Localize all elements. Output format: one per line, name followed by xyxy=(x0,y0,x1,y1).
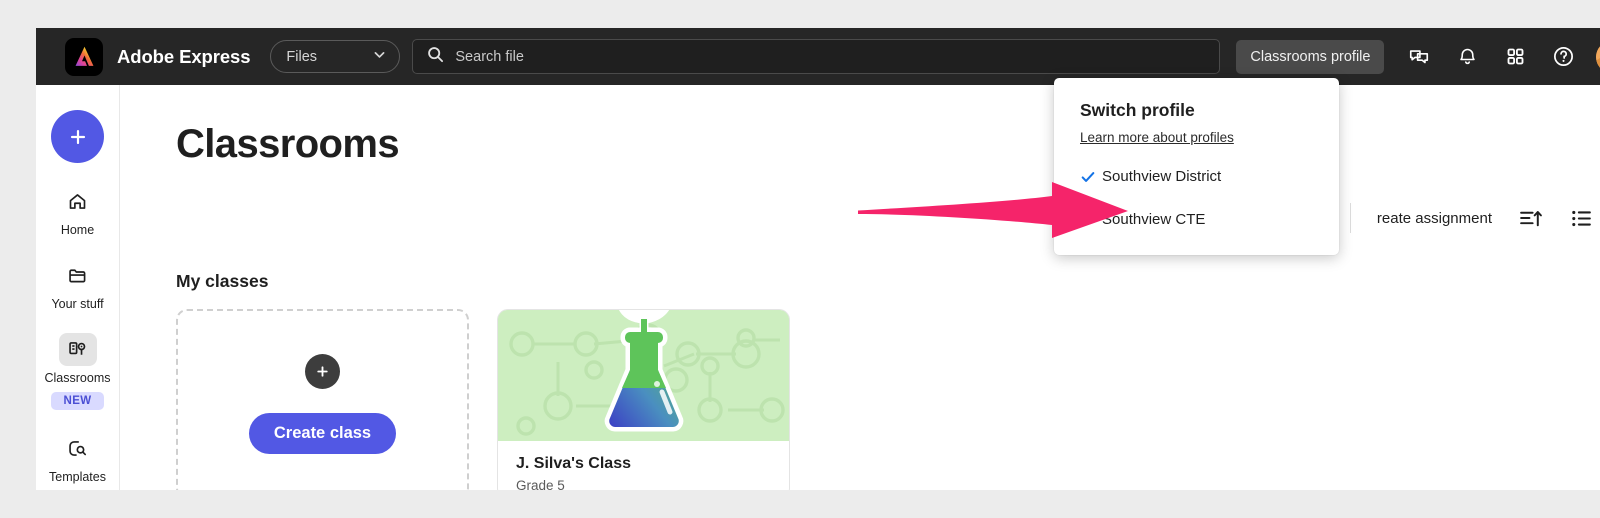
new-badge: NEW xyxy=(51,392,104,410)
check-icon xyxy=(1080,169,1102,185)
sidebar-item-label: Home xyxy=(60,223,95,237)
left-sidebar: Home Your stuff Classrooms NEW Templates xyxy=(36,85,120,490)
new-project-button[interactable] xyxy=(51,110,104,163)
chevron-down-icon xyxy=(373,48,386,66)
learn-more-about-profiles-link[interactable]: Learn more about profiles xyxy=(1080,130,1234,145)
folder-icon xyxy=(59,259,97,292)
classrooms-icon xyxy=(58,333,97,366)
search-icon xyxy=(427,46,444,68)
home-icon xyxy=(59,185,97,218)
create-class-button[interactable]: Create class xyxy=(248,413,397,454)
bell-icon[interactable] xyxy=(1454,44,1480,70)
sidebar-item-home[interactable]: Home xyxy=(41,185,115,237)
sidebar-item-label: Templates xyxy=(49,470,106,484)
user-avatar[interactable] xyxy=(1596,40,1600,73)
main-content: Classrooms reate assignment My classes C… xyxy=(120,85,1600,490)
files-dropdown-value: Files xyxy=(286,48,318,65)
sidebar-item-label: Classrooms xyxy=(44,371,111,385)
profile-option-label: Southview District xyxy=(1102,168,1222,185)
help-circle-icon[interactable] xyxy=(1550,44,1576,70)
class-name: J. Silva's Class xyxy=(516,455,631,472)
plus-icon xyxy=(305,354,340,389)
switch-profile-dropdown: Switch profile Learn more about profiles… xyxy=(1054,78,1339,255)
section-title: My classes xyxy=(176,271,269,291)
app-window: Adobe Express Files Search file Classroo… xyxy=(36,28,1600,490)
class-thumbnail xyxy=(498,310,789,441)
classes-toolbar: reate assignment xyxy=(1349,203,1594,233)
classes-grid: Create class J. Silva's Class Grade 5 xyxy=(176,309,790,490)
brand-name: Adobe Express xyxy=(117,45,251,67)
chat-bubbles-icon[interactable] xyxy=(1406,44,1432,70)
class-card-meta: J. Silva's Class Grade 5 xyxy=(498,441,789,490)
sidebar-item-classrooms[interactable]: Classrooms NEW xyxy=(41,333,115,410)
profile-option-label: Southview CTE xyxy=(1102,211,1206,228)
switch-profile-title: Switch profile xyxy=(1080,100,1195,120)
files-dropdown[interactable]: Files xyxy=(270,40,401,73)
toolbar-divider xyxy=(1349,203,1351,233)
adobe-express-logo-icon[interactable] xyxy=(65,37,103,76)
profile-option-southview-cte[interactable]: Southview CTE xyxy=(1054,206,1339,233)
page-title: Classrooms xyxy=(176,122,400,166)
sidebar-item-templates[interactable]: Templates xyxy=(41,432,115,484)
templates-search-icon xyxy=(59,432,97,465)
list-view-icon[interactable] xyxy=(1569,206,1594,231)
search-placeholder: Search file xyxy=(455,48,524,65)
classrooms-profile-button[interactable]: Classrooms profile xyxy=(1236,39,1385,74)
apps-grid-icon[interactable] xyxy=(1502,44,1528,70)
sort-ascending-icon[interactable] xyxy=(1518,206,1543,231)
sidebar-item-label: Your stuff xyxy=(51,297,104,311)
create-class-card[interactable]: Create class xyxy=(176,309,469,490)
top-navigation-bar: Adobe Express Files Search file Classroo… xyxy=(36,28,1600,85)
sidebar-item-your-stuff[interactable]: Your stuff xyxy=(41,259,115,311)
class-grade: Grade 5 xyxy=(516,478,565,490)
class-card[interactable]: J. Silva's Class Grade 5 xyxy=(497,309,790,490)
profile-option-southview-district[interactable]: Southview District xyxy=(1054,163,1339,190)
search-input[interactable]: Search file xyxy=(412,39,1221,74)
create-assignment-button[interactable]: reate assignment xyxy=(1377,210,1492,227)
